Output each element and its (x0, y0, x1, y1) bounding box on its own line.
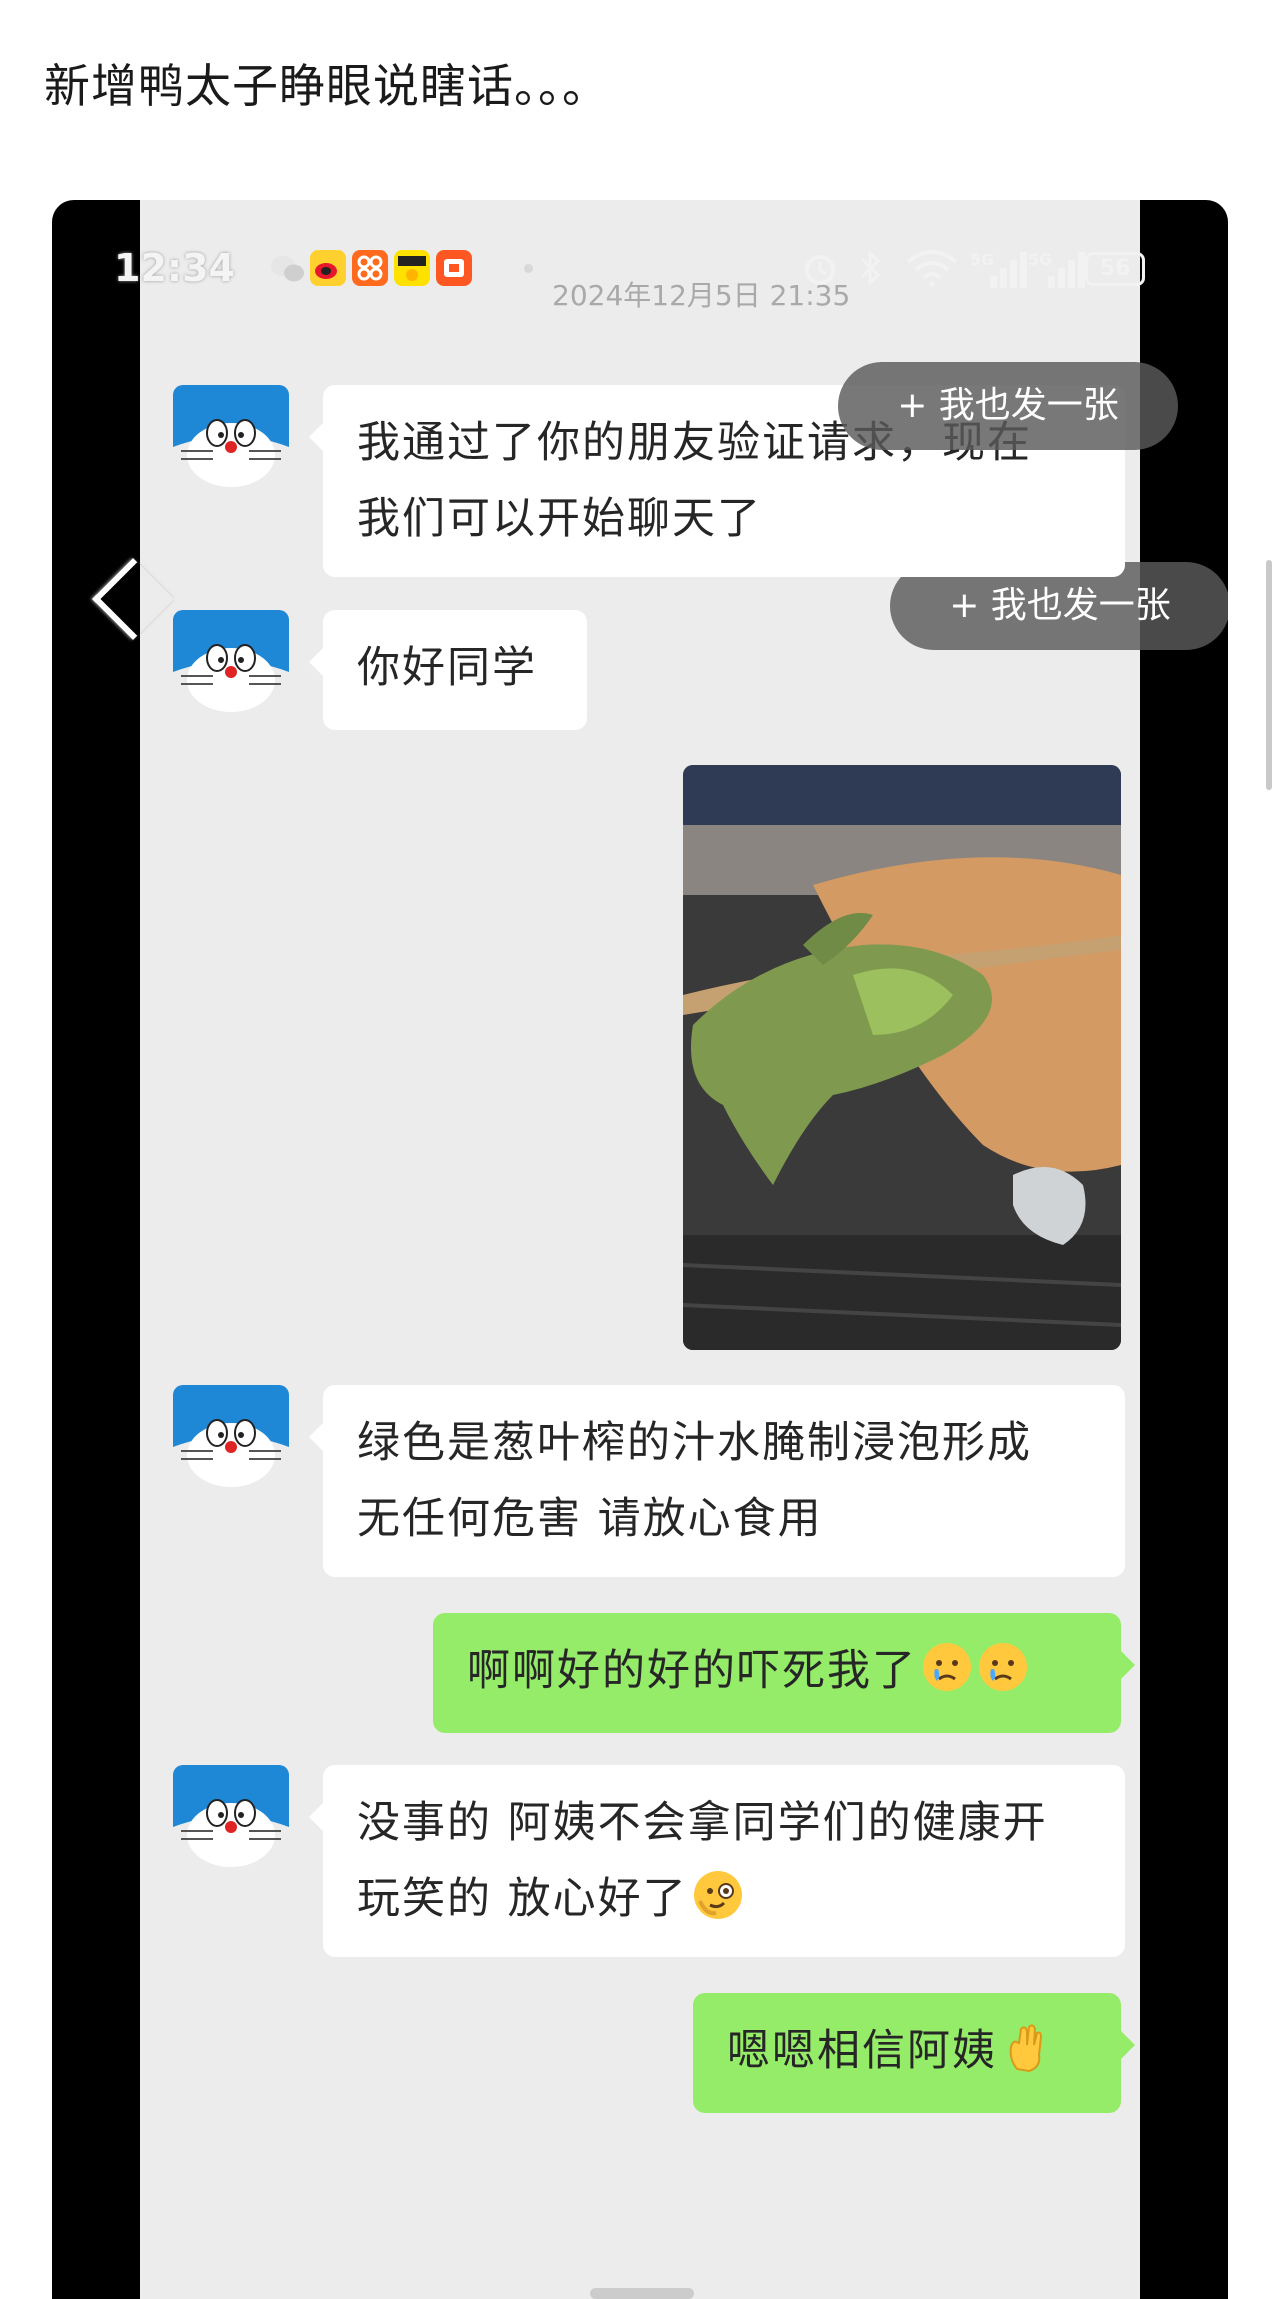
status-bar: 12:34 2024年12月5日 21:35 5G 5G 56 (52, 200, 1228, 330)
doraemon-avatar[interactable] (173, 1385, 289, 1501)
signal-icon-2: 5G (1028, 250, 1090, 288)
food-photo-message[interactable] (683, 765, 1121, 1350)
page-scrollbar[interactable] (1266, 560, 1272, 790)
alarm-icon (800, 248, 840, 296)
message-line: 玩笑的 放心好了 (357, 1874, 688, 1924)
share-photo-button-overlay[interactable]: + 我也发一张 (838, 362, 1178, 450)
doraemon-avatar[interactable] (173, 610, 289, 726)
signal-icon-1: 5G (970, 250, 1032, 288)
message-line: 绿色是葱叶榨的汁水腌制浸泡形成 (357, 1418, 1032, 1468)
wifi-icon (904, 248, 960, 296)
message-line: 无任何危害 请放心食用 (357, 1494, 823, 1544)
app-icon-orange (352, 250, 388, 286)
message-line: 我们可以开始聊天了 (357, 494, 762, 544)
message-bubble[interactable]: 绿色是葱叶榨的汁水腌制浸泡形成 无任何危害 请放心食用 (309, 1385, 1125, 1577)
message-line: 啊啊好的好的吓死我了 (467, 1646, 917, 1696)
message-line: 没事的 阿姨不会拿同学们的健康开 (357, 1798, 1048, 1848)
status-clock: 12:34 (114, 246, 235, 290)
monocle-face-icon (692, 1869, 744, 1921)
crying-face-icon (977, 1641, 1029, 1693)
weibo-icon (310, 250, 346, 286)
battery-indicator: 56 (1085, 252, 1145, 286)
message-line: 你好同学 (357, 643, 537, 693)
message-bubble[interactable]: 你好同学 (309, 610, 587, 730)
post-title: 新增鸭太子睁眼说瞎话。。。 (44, 59, 609, 113)
doraemon-avatar[interactable] (173, 385, 289, 501)
ok-hand-icon (1001, 2021, 1053, 2073)
crying-face-icon (921, 1641, 973, 1693)
message-bubble[interactable]: 啊啊好的好的吓死我了 (433, 1613, 1135, 1733)
notification-dot (524, 264, 533, 273)
message-bubble[interactable]: 嗯嗯相信阿姨 (693, 1993, 1135, 2113)
message-line: 嗯嗯相信阿姨 (727, 2026, 997, 2076)
wechat-icon (270, 254, 306, 290)
app-icon-red (436, 250, 472, 286)
home-indicator[interactable] (590, 2288, 694, 2299)
doraemon-avatar[interactable] (173, 1765, 289, 1881)
xianyu-icon (394, 250, 430, 286)
message-bubble[interactable]: 没事的 阿姨不会拿同学们的健康开 玩笑的 放心好了 (309, 1765, 1125, 1957)
bluetooth-icon (858, 248, 884, 296)
